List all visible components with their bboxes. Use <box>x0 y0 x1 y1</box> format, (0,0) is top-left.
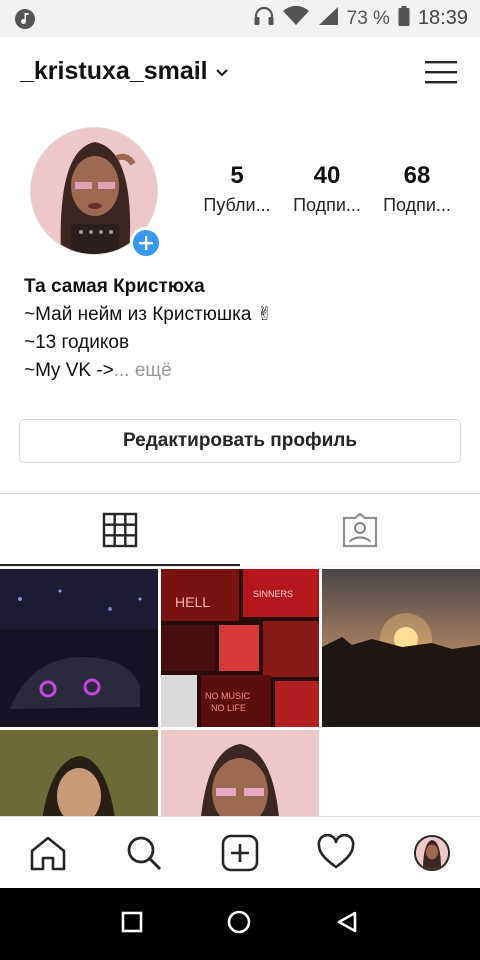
posts-grid: HELL SINNERS NO MUSIC NO LIFE <box>0 569 480 819</box>
recents-button[interactable] <box>121 911 143 938</box>
headphones-icon <box>253 6 275 32</box>
avatar <box>414 834 450 871</box>
post-thumbnail[interactable]: HELL SINNERS NO MUSIC NO LIFE <box>161 569 319 727</box>
battery-icon <box>398 5 410 32</box>
heart-icon <box>317 833 355 868</box>
wifi-icon <box>282 5 309 32</box>
back-button[interactable] <box>335 910 359 939</box>
profile-bio: Та самая Кристюха ~Май нейм из Кристюшка… <box>24 273 464 385</box>
stat-followers-count: 40 <box>313 162 341 189</box>
home-button[interactable] <box>226 909 252 940</box>
post-thumbnail[interactable] <box>0 569 158 727</box>
stat-posts-label: Публи... <box>203 195 271 215</box>
bio-more-link[interactable]: ... ещё <box>114 360 172 381</box>
profile-tabs <box>0 494 480 566</box>
home-icon <box>30 836 66 870</box>
menu-button[interactable] <box>424 55 458 89</box>
bio-line: ~My VK -> <box>24 360 114 381</box>
bio-line: ~Май нейм из Кристюшка ✌ <box>24 304 273 325</box>
nav-home[interactable] <box>24 829 72 877</box>
add-story-button[interactable] <box>130 227 162 259</box>
profile-header: _kristuxa_smail <box>0 37 480 109</box>
back-triangle-icon <box>337 911 356 932</box>
stat-followers[interactable]: 40 Подпи... <box>282 160 372 218</box>
tab-tagged[interactable] <box>240 494 480 566</box>
tagged-person-icon <box>342 512 378 548</box>
nav-new-post[interactable] <box>216 829 264 877</box>
stat-following-label: Подпи... <box>383 195 451 215</box>
stat-following-count: 68 <box>403 162 431 189</box>
post-thumbnail[interactable] <box>0 730 158 819</box>
svg-text:NO MUSIC: NO MUSIC <box>205 691 251 701</box>
battery-percent: 73 % <box>346 7 390 29</box>
post-thumbnail[interactable] <box>322 569 480 727</box>
bio-name: Та самая Кристюха <box>24 276 205 297</box>
tab-grid[interactable] <box>0 494 240 566</box>
music-icon <box>14 8 36 35</box>
profile-avatar-container[interactable] <box>30 127 162 259</box>
clock: 18:39 <box>417 7 468 29</box>
nav-search[interactable] <box>120 829 168 877</box>
stat-posts[interactable]: 5 Публи... <box>192 160 282 218</box>
svg-text:HELL: HELL <box>175 594 210 610</box>
status-bar: 73 % 18:39 <box>0 0 480 37</box>
edit-profile-button[interactable]: Редактировать профиль <box>19 419 461 463</box>
nav-profile[interactable] <box>408 829 456 877</box>
search-icon <box>127 836 162 870</box>
bottom-navigation <box>0 816 480 888</box>
circle-icon <box>227 910 251 933</box>
tab-divider <box>0 566 480 567</box>
post-thumbnail[interactable] <box>161 730 319 819</box>
stat-following[interactable]: 68 Подпи... <box>372 160 462 218</box>
square-icon <box>122 911 143 932</box>
profile-stats: 5 Публи... 40 Подпи... 68 Подпи... <box>192 160 462 218</box>
plus-icon <box>139 236 153 250</box>
system-navigation-bar <box>0 888 480 960</box>
svg-text:NO LIFE: NO LIFE <box>211 703 246 713</box>
username: _kristuxa_smail <box>20 57 208 85</box>
nav-activity[interactable] <box>312 829 360 877</box>
stat-followers-label: Подпи... <box>293 195 361 215</box>
stat-posts-count: 5 <box>230 162 244 189</box>
signal-icon <box>317 6 339 32</box>
svg-text:SINNERS: SINNERS <box>253 589 293 599</box>
bio-line: ~13 годиков <box>24 332 130 353</box>
grid-icon <box>102 512 138 548</box>
add-post-icon <box>221 834 259 871</box>
account-switcher[interactable]: _kristuxa_smail <box>20 57 230 86</box>
chevron-down-icon <box>214 57 230 86</box>
hamburger-icon <box>425 61 457 84</box>
